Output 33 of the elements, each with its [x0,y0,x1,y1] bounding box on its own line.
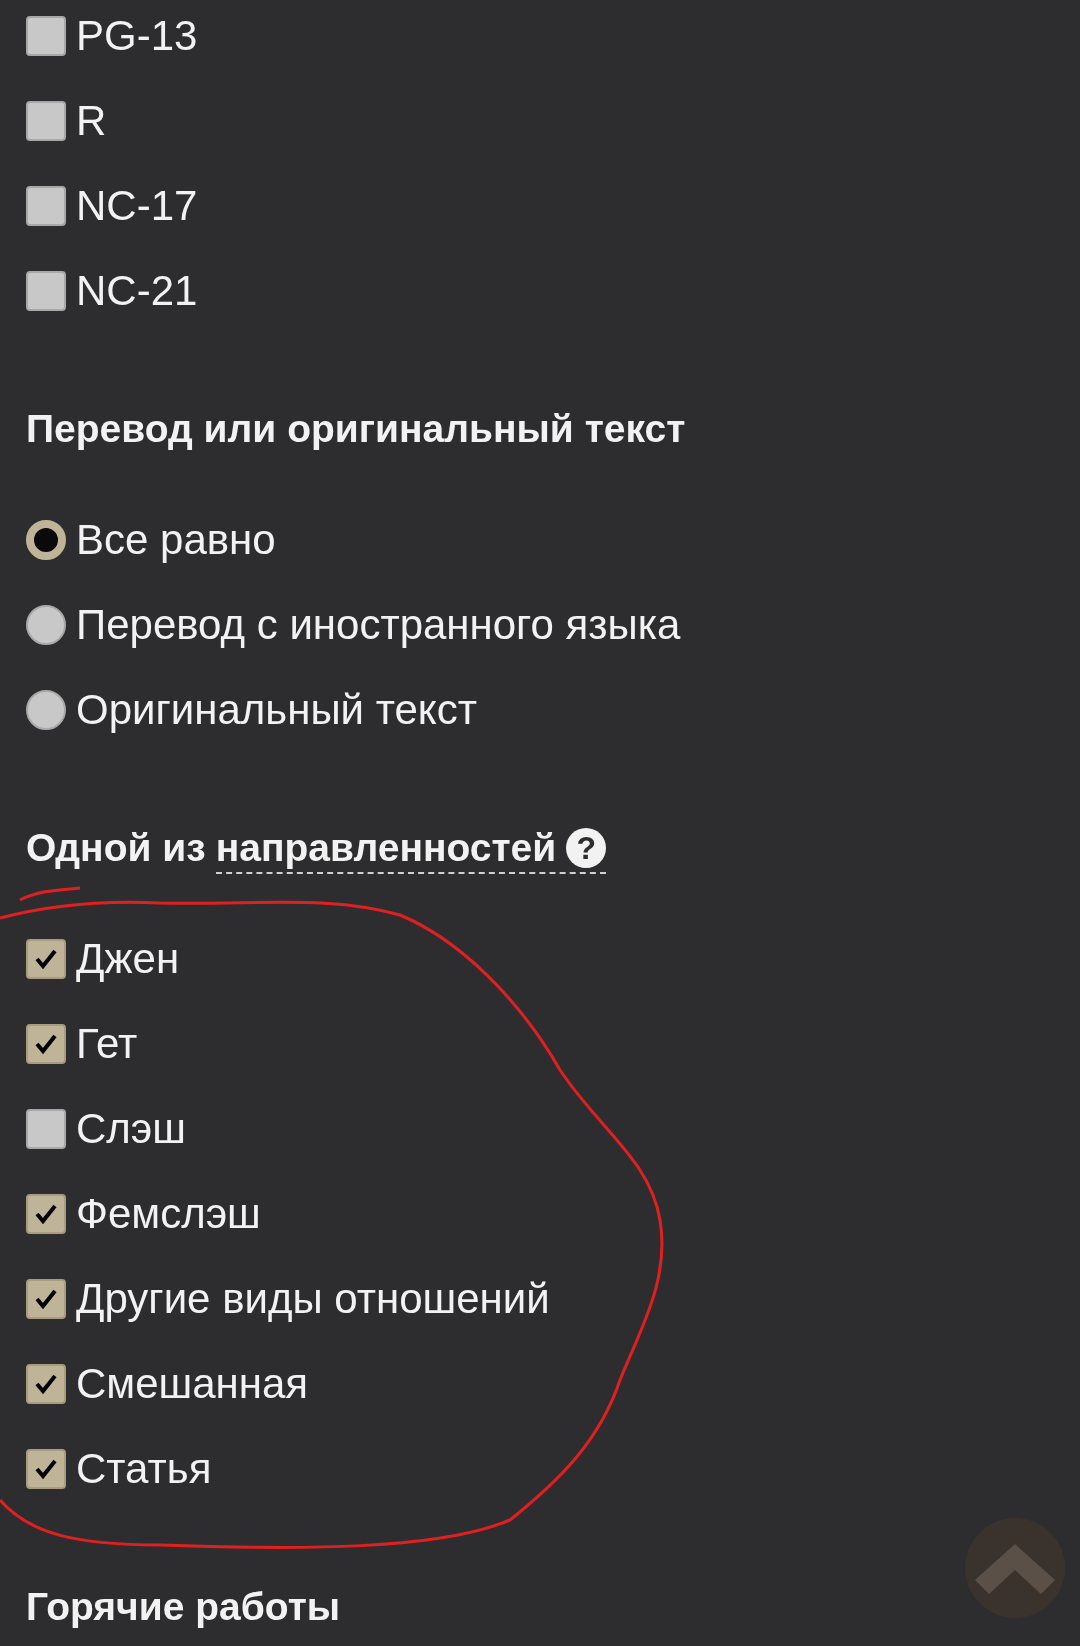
checkbox[interactable] [26,1278,66,1319]
section-heading: Одной из [26,828,206,868]
section-heading: Перевод или оригинальный текст [26,409,687,449]
radio-button[interactable] [26,519,66,560]
section-heading: Горячие работы [26,1587,342,1627]
checkbox[interactable] [26,100,66,141]
checkbox-label[interactable]: PG-13 [76,11,198,60]
checkbox[interactable] [26,938,66,979]
radio-label[interactable]: Перевод с иностранного языка [76,600,681,649]
checkbox[interactable] [26,270,66,311]
radio-button[interactable] [26,604,66,645]
checkbox-label[interactable]: NC-17 [76,181,198,230]
checkbox[interactable] [26,1448,66,1489]
help-icon[interactable]: ? [566,828,607,868]
checkbox-label[interactable]: R [76,96,107,145]
radio-label[interactable]: Все равно [76,515,276,564]
checkbox-label[interactable]: Слэш [76,1104,186,1153]
checkbox[interactable] [26,1193,66,1234]
checkbox[interactable] [26,1108,66,1149]
checkbox[interactable] [26,1363,66,1404]
radio-button[interactable] [26,689,66,730]
checkbox-label[interactable]: Смешанная [76,1359,309,1408]
checkbox-label[interactable]: Гет [76,1019,138,1068]
checkbox-label[interactable]: Статья [76,1444,212,1493]
radio-label[interactable]: Оригинальный текст [76,685,477,734]
checkbox-label[interactable]: Джен [76,934,180,983]
checkbox[interactable] [26,185,66,226]
help-link[interactable]: направленностей ? [215,828,607,874]
checkbox-label[interactable]: Фемслэш [76,1189,261,1238]
checkbox[interactable] [26,15,66,56]
checkbox-label[interactable]: Другие виды отношений [76,1274,550,1323]
checkbox[interactable] [26,1023,66,1064]
checkbox-label[interactable]: NC-21 [76,266,198,315]
